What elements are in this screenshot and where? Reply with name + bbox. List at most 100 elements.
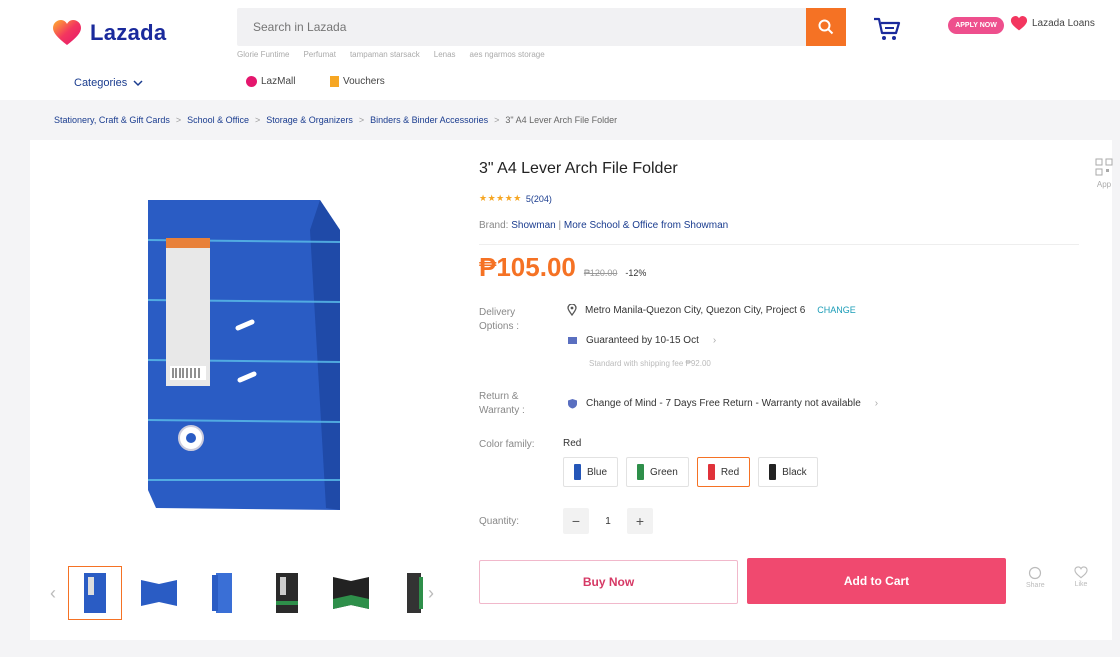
search-input[interactable] [237,8,809,46]
color-label: Color family: [479,439,535,450]
like-button[interactable]: Like [1074,566,1088,588]
chevron-right-icon: › [874,398,879,409]
selected-color: Red [563,438,582,449]
return-text: Change of Mind - 7 Days Free Return - Wa… [586,398,861,409]
chevron-right-icon: › [712,335,717,346]
breadcrumb-separator: > [255,115,261,125]
shield-icon [568,399,577,409]
vouchers-label: Vouchers [343,76,385,87]
categories-dropdown[interactable]: Categories [74,77,143,89]
color-swatch [769,464,777,480]
delivery-location: Metro Manila-Quezon City, Quezon City, P… [567,304,856,316]
color-option-label: Green [650,466,678,478]
location-text: Metro Manila-Quezon City, Quezon City, P… [585,304,806,316]
lazmall-label: LazMall [261,76,296,87]
breadcrumb-separator: > [175,115,182,125]
thumbnail-next-arrow[interactable]: › [428,583,434,604]
product-rating[interactable]: ★★★★★ 5(204) [479,193,552,204]
breadcrumb: Stationery, Craft & Gift Cards > School … [54,115,617,125]
voucher-icon [330,76,339,87]
cart-icon[interactable] [872,15,902,43]
breadcrumb-item[interactable]: School & Office [187,115,249,125]
price-block: ₱105.00 ₱120.00 -12% [479,252,646,283]
color-options: Blue Green Red Black [563,457,818,487]
change-location-link[interactable]: CHANGE [817,305,856,315]
thumbnail[interactable] [132,566,186,620]
share-label: Share [1026,582,1045,589]
thumbnail[interactable] [196,566,250,620]
original-price: ₱120.00 [583,268,618,278]
qr-icon [1095,158,1113,176]
color-option-blue[interactable]: Blue [563,457,619,487]
breadcrumb-item[interactable]: Storage & Organizers [266,115,353,125]
search-icon [818,19,834,35]
quantity-label: Quantity: [479,516,520,527]
vouchers-link[interactable]: Vouchers [330,76,385,87]
logo-text: Lazada [90,20,167,45]
color-option-label: Red [720,466,740,478]
truck-icon [568,337,577,344]
color-swatch [707,464,715,480]
buy-now-button[interactable]: Buy Now [479,560,738,604]
loans-label: Lazada Loans [1032,18,1095,29]
lazmall-link[interactable]: LazMall [246,76,295,87]
qr-label: App [1096,180,1112,189]
brand-divider: | [558,220,562,231]
brand-more-link[interactable]: More School & Office from Showman [564,220,728,231]
brand-row: Brand: Showman | More School & Office fr… [479,220,728,231]
brand-label: Brand: [479,220,509,231]
color-option-black[interactable]: Black [758,457,818,487]
add-to-cart-button[interactable]: Add to Cart [747,558,1006,604]
search-hint[interactable]: Perfumat [303,50,335,59]
lazmall-icon [246,76,257,87]
thumbnail[interactable] [260,566,314,620]
quantity-decrease-button[interactable]: − [563,508,589,534]
rating-count: 5(204) [525,193,552,204]
share-icon [1029,566,1042,580]
search-hint[interactable]: tampaman starsack [350,50,420,59]
thumbnail-prev-arrow[interactable]: ‹ [50,583,56,604]
color-swatch [637,464,645,480]
thumbnail[interactable] [324,566,378,620]
breadcrumb-separator: > [358,115,365,125]
shipping-note: Standard with shipping fee ₱92.00 [589,359,711,368]
color-option-red[interactable]: Red [696,457,751,487]
qr-code-icon[interactable]: App [1092,158,1116,194]
product-title: 3" A4 Lever Arch File Folder [479,160,678,177]
heart-icon [1074,566,1088,579]
brand-link[interactable]: Showman [511,220,555,231]
lazada-logo[interactable]: Lazada [52,20,166,46]
search-button[interactable] [806,8,846,46]
delivery-guarantee[interactable]: Guaranteed by 10-15 Oct › [567,335,716,346]
search-hint[interactable]: Glorie Funtime [237,50,289,59]
breadcrumb-item[interactable]: Binders & Binder Accessories [370,115,488,125]
search-box [237,8,809,46]
guarantee-text: Guaranteed by 10-15 Oct [586,335,699,346]
divider [479,244,1079,245]
current-price: ₱105.00 [479,252,576,282]
location-pin-icon [567,304,577,316]
color-swatch [574,464,581,480]
delivery-label: Delivery Options : [479,307,520,332]
discount-badge: -12% [625,268,647,278]
categories-label: Categories [74,77,128,89]
search-hint[interactable]: Lenas [434,50,456,59]
return-policy[interactable]: Change of Mind - 7 Days Free Return - Wa… [567,398,878,409]
quantity-stepper: − + [563,508,653,534]
apply-now-badge[interactable]: APPLY NOW [948,17,1004,34]
search-hint[interactable]: aes ngarmos storage [470,50,545,59]
product-main-image[interactable] [120,190,360,520]
lazada-loans-link[interactable]: Lazada Loans [1010,16,1095,31]
breadcrumb-item[interactable]: Stationery, Craft & Gift Cards [54,115,170,125]
color-option-green[interactable]: Green [626,457,689,487]
thumbnail[interactable] [68,566,122,620]
share-button[interactable]: Share [1026,566,1045,589]
rating-stars: ★★★★★ [479,193,522,203]
quantity-input[interactable] [593,508,623,534]
return-label: Return & Warranty : [479,391,525,416]
like-label: Like [1074,581,1088,588]
chevron-down-icon [133,80,143,87]
breadcrumb-separator: > [494,115,500,125]
quantity-increase-button[interactable]: + [627,508,653,534]
top-header: Lazada Glorie Funtime Perfumat tampaman … [0,0,1120,100]
